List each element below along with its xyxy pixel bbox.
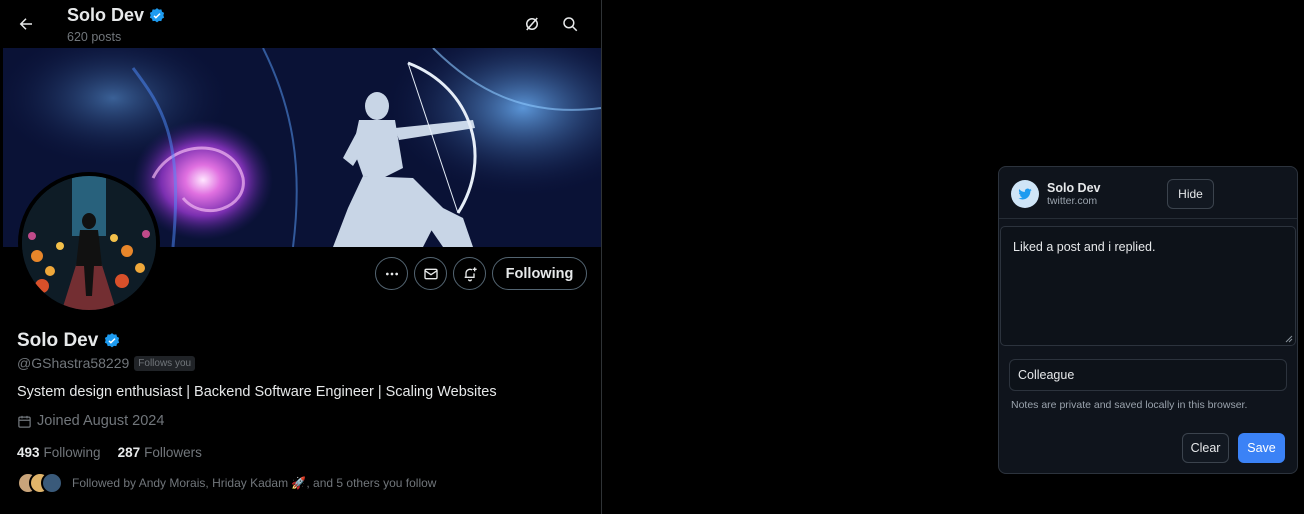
joined-date-row: Joined August 2024 xyxy=(17,413,164,429)
profile-handle-row: @GShastra58229 Follows you xyxy=(17,355,196,371)
profile-header-bar: Solo Dev 620 posts xyxy=(0,0,601,48)
twitter-bird-icon xyxy=(1018,188,1032,200)
following-button[interactable]: Following xyxy=(492,257,587,290)
followers-label: Followers xyxy=(144,445,202,460)
clear-button[interactable]: Clear xyxy=(1182,433,1229,463)
message-button[interactable] xyxy=(414,257,447,290)
profile-avatar[interactable] xyxy=(18,172,160,314)
profile-bio: System design enthusiast | Backend Softw… xyxy=(17,384,497,400)
followed-by-text: Followed by Andy Morais, Hriday Kadam 🚀,… xyxy=(72,476,437,490)
save-button[interactable]: Save xyxy=(1238,433,1285,463)
notes-panel-title: Solo Dev xyxy=(1047,181,1101,195)
followers-count: 287 xyxy=(117,445,141,460)
following-stat[interactable]: 493 Following xyxy=(17,445,101,460)
notifications-button[interactable] xyxy=(453,257,486,290)
grok-icon xyxy=(526,17,538,31)
envelope-icon xyxy=(423,268,438,279)
verified-badge-icon xyxy=(149,7,165,22)
joined-date: Joined August 2024 xyxy=(37,413,165,429)
avatar xyxy=(41,472,63,494)
follow-stats: 493 Following 287 Followers xyxy=(17,445,202,460)
profile-name: Solo Dev xyxy=(17,330,99,351)
more-horizontal-icon xyxy=(385,272,398,275)
arrow-left-icon xyxy=(19,18,32,30)
profile-handle: @GShastra58229 xyxy=(17,355,130,371)
following-count: 493 xyxy=(17,445,40,460)
twitter-logo xyxy=(1011,180,1039,208)
notes-panel: Solo Dev twitter.com Hide Liked a post a… xyxy=(998,166,1298,474)
notes-panel-header: Solo Dev twitter.com Hide xyxy=(999,167,1297,219)
profile-name-row: Solo Dev xyxy=(17,330,121,352)
avatar-image xyxy=(22,176,156,310)
search-button[interactable] xyxy=(554,8,586,40)
tag-input[interactable]: Colleague xyxy=(1009,359,1287,391)
following-label: Following xyxy=(43,445,101,460)
follows-you-badge: Follows you xyxy=(134,355,196,371)
search-icon xyxy=(563,17,578,32)
hide-button[interactable]: Hide xyxy=(1167,179,1214,209)
bell-plus-icon xyxy=(464,266,477,281)
posts-count: 620 posts xyxy=(67,30,122,44)
back-button[interactable] xyxy=(10,8,42,40)
header-title: Solo Dev xyxy=(67,5,166,26)
followed-by-row[interactable]: Followed by Andy Morais, Hriday Kadam 🚀,… xyxy=(17,472,436,494)
calendar-icon xyxy=(18,415,31,428)
more-options-button[interactable] xyxy=(375,257,408,290)
grok-button[interactable] xyxy=(516,8,548,40)
note-textarea[interactable]: Liked a post and i replied. xyxy=(1000,226,1296,346)
followers-you-know-avatars xyxy=(17,472,64,494)
header-name: Solo Dev xyxy=(67,5,145,25)
verified-badge-icon xyxy=(105,333,120,348)
profile-column: Solo Dev 620 posts Following Solo Dev @G… xyxy=(0,0,602,514)
privacy-note: Notes are private and saved locally in t… xyxy=(1011,399,1248,411)
resize-handle-icon[interactable] xyxy=(1285,335,1293,343)
notes-panel-site: twitter.com xyxy=(1047,195,1098,207)
followers-stat[interactable]: 287 Followers xyxy=(118,445,202,460)
